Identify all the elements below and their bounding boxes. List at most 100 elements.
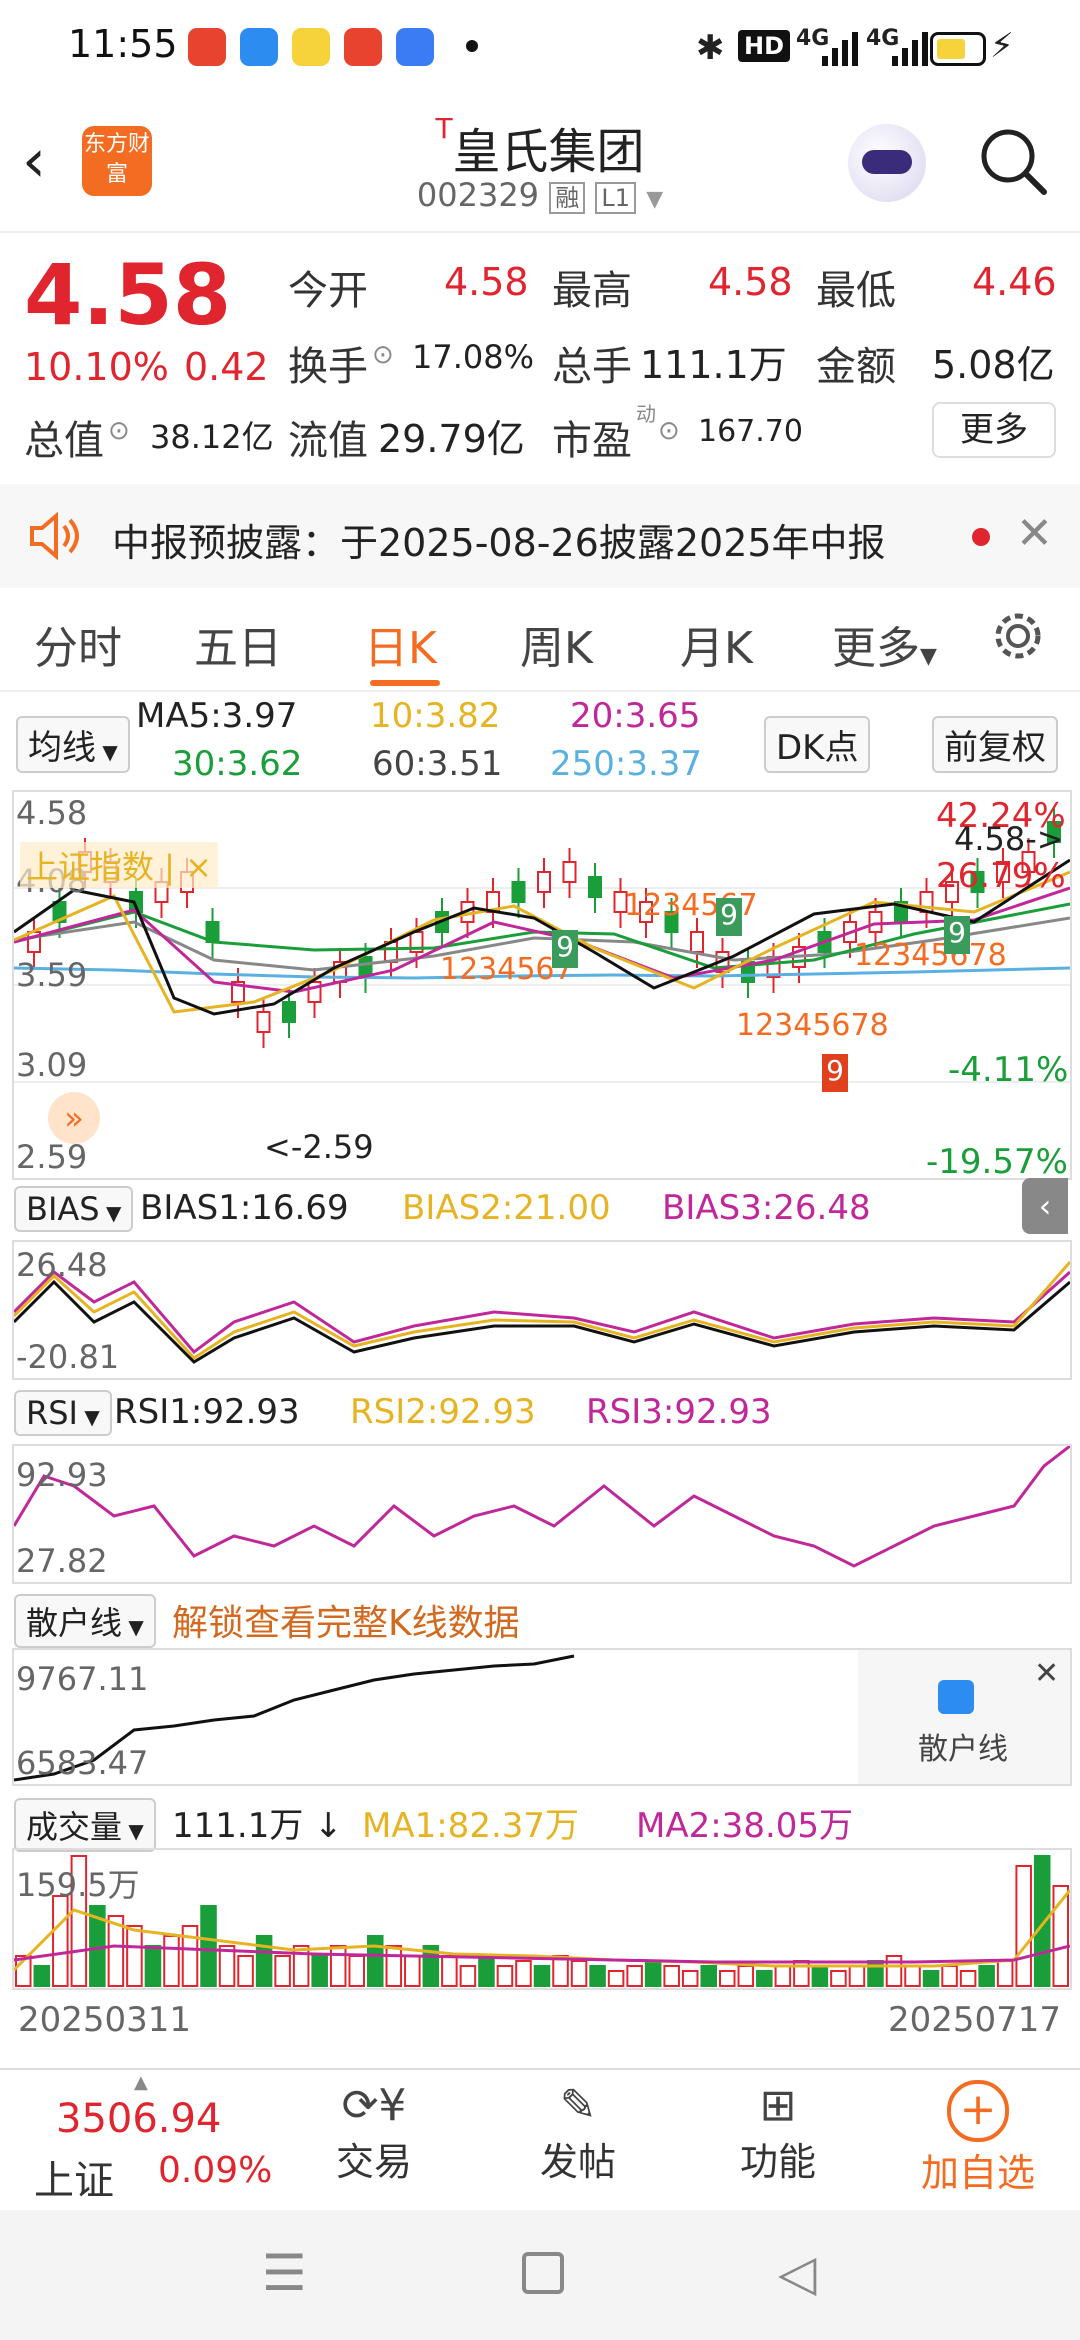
- tab-monthly-k[interactable]: 月K: [680, 612, 753, 676]
- change-amount: 0.42: [184, 345, 269, 389]
- tab-intraday[interactable]: 分时: [34, 612, 122, 676]
- volume-bar: [329, 1945, 347, 1987]
- ma10-value: 10:3.82: [370, 696, 501, 736]
- dk-point-button[interactable]: DK点: [764, 716, 871, 773]
- retail-locked-card[interactable]: 散户线 ✕: [858, 1650, 1070, 1784]
- rsi-selector[interactable]: RSI ▼: [14, 1390, 112, 1436]
- tab-five-day[interactable]: 五日: [194, 612, 282, 676]
- system-navigation: ☰ ◁: [0, 2210, 1080, 2340]
- retail-card-label: 散户线: [918, 1732, 1008, 1767]
- close-icon[interactable]: ✕: [1016, 508, 1053, 559]
- volume-bar: [255, 1935, 273, 1987]
- volume-bar: [496, 1965, 514, 1987]
- volume-selector[interactable]: 成交量 ▼: [14, 1798, 156, 1852]
- nav-add-label: 加自选: [920, 2151, 1035, 2195]
- tab-more[interactable]: 更多▼: [832, 612, 937, 676]
- info-icon[interactable]: ⊙: [108, 416, 130, 446]
- volume-bar: [200, 1905, 217, 1987]
- bias3-value: BIAS3:26.48: [662, 1188, 871, 1228]
- status-time: 11:55: [68, 22, 178, 66]
- tab-weekly-k[interactable]: 周K: [520, 612, 593, 676]
- active-tab-indicator: [370, 680, 440, 686]
- turnover-value: 17.08%: [412, 338, 535, 376]
- candle-body: [868, 911, 883, 933]
- nav-post[interactable]: ✎ 发帖: [498, 2080, 658, 2204]
- bias2-line: [12, 1261, 1072, 1360]
- nav-post-label: 发帖: [539, 2140, 616, 2184]
- bluetooth-icon: ✱: [696, 28, 725, 68]
- amount-label: 金额: [816, 344, 896, 390]
- adjust-selector[interactable]: 前复权: [932, 716, 1058, 773]
- volume-bar: [959, 1970, 977, 1987]
- tab-daily-k[interactable]: 日K: [364, 612, 437, 676]
- index-name[interactable]: 上证: [34, 2148, 114, 2206]
- more-button[interactable]: 更多: [932, 402, 1056, 458]
- kline-chart-panel[interactable]: 4.58 4.08 3.59 3.09 2.59 42.24% 4.58-> 2…: [12, 790, 1072, 1182]
- gear-icon[interactable]: [990, 608, 1046, 664]
- y-axis-3: 3.59: [16, 956, 88, 994]
- nine-turn-marker-green-1: 9: [552, 930, 578, 968]
- home-icon[interactable]: [522, 2252, 564, 2294]
- rsi-chart-panel[interactable]: 92.93 27.82: [12, 1444, 1072, 1584]
- bias2-value: BIAS2:21.00: [402, 1188, 611, 1228]
- notice-bar[interactable]: 中报预披露：于2025-08-26披露2025年中报 ✕: [0, 484, 1080, 588]
- hd-icon: HD: [738, 30, 791, 62]
- volume-label: 总手: [552, 344, 632, 390]
- index-percent[interactable]: 0.09%: [158, 2150, 272, 2191]
- nav-add-watch[interactable]: + 加自选: [898, 2080, 1058, 2204]
- amount-value: 5.08亿: [932, 343, 1055, 387]
- unlock-link[interactable]: 解锁查看完整K线数据: [172, 1594, 520, 1646]
- volume-bar: [589, 1965, 606, 1987]
- volume-chart-panel[interactable]: 159.5万: [12, 1848, 1072, 1990]
- total-value-label: 总值: [24, 418, 104, 464]
- volume-bar: [774, 1965, 792, 1987]
- meituan-app-icon: [292, 28, 330, 66]
- volume-bar: [941, 1965, 958, 1987]
- search-icon[interactable]: [976, 124, 1050, 198]
- pe-info-icon[interactable]: ⊙: [658, 416, 680, 446]
- bias-chart-panel[interactable]: 26.48 -20.81: [12, 1240, 1072, 1380]
- nine-turn-sequence-3: 12345678: [736, 1008, 889, 1043]
- ma-selector[interactable]: 均线 ▼: [16, 716, 130, 773]
- bias-y-bottom: -20.81: [16, 1338, 120, 1376]
- collapse-panel-icon[interactable]: ‹: [1022, 1178, 1068, 1234]
- turnover-info-icon[interactable]: ⊙: [372, 340, 394, 370]
- pct-2: 26.79%: [936, 856, 1066, 896]
- retail-selector[interactable]: 散户线 ▼: [14, 1594, 156, 1648]
- retail-close-icon[interactable]: ✕: [1034, 1656, 1059, 1691]
- volume-value-label: 111.1万 ↓: [172, 1806, 343, 1846]
- pe-superscript: 动: [636, 402, 656, 426]
- volume-bar: [274, 1955, 291, 1987]
- status-bar: 11:55 ✱ HD 4G 4G ⚡: [0, 0, 1080, 96]
- menu-icon[interactable]: ☰: [262, 2244, 307, 2302]
- expand-icon[interactable]: »: [48, 1092, 100, 1144]
- retail-chart-panel[interactable]: 9767.11 6583.47 散户线 ✕: [12, 1648, 1072, 1786]
- y-axis-top: 4.58: [16, 794, 88, 832]
- change-percent: 10.10%: [24, 345, 169, 389]
- bias1-value: BIAS1:16.69: [140, 1188, 349, 1228]
- volume-bar: [922, 1970, 940, 1987]
- retail-y-top: 9767.11: [16, 1660, 149, 1698]
- add-icon: +: [947, 2080, 1009, 2142]
- volume-value: 111.1万: [640, 343, 787, 387]
- back-nav-icon[interactable]: ◁: [778, 2244, 816, 2302]
- robot-assistant-icon[interactable]: [848, 124, 926, 202]
- bias-selector[interactable]: BIAS ▼: [14, 1186, 134, 1232]
- volume-bar: [644, 1960, 662, 1987]
- volume-bar: [1033, 1855, 1051, 1987]
- rsi1-value: RSI1:92.93: [114, 1392, 300, 1432]
- video-app-icon: [188, 28, 226, 66]
- volume-bar: [348, 1955, 366, 1987]
- ma250-value: 250:3.37: [550, 744, 703, 784]
- nav-trade[interactable]: ⟳¥ 交易: [294, 2080, 454, 2204]
- y-axis-4: 3.09: [16, 1046, 88, 1084]
- nav-function[interactable]: ⊞ 功能: [698, 2080, 858, 2204]
- browser-app-icon: [240, 28, 278, 66]
- rsi-chart: [12, 1444, 1071, 1568]
- unread-dot: [972, 528, 990, 546]
- index-value[interactable]: 3506.94: [56, 2096, 221, 2142]
- index-overlay-label[interactable]: 上证指数 | ×: [20, 842, 218, 888]
- bias-chart: [12, 1261, 1072, 1364]
- volume-bar: [700, 1965, 718, 1987]
- volume-bar: [978, 1965, 995, 1987]
